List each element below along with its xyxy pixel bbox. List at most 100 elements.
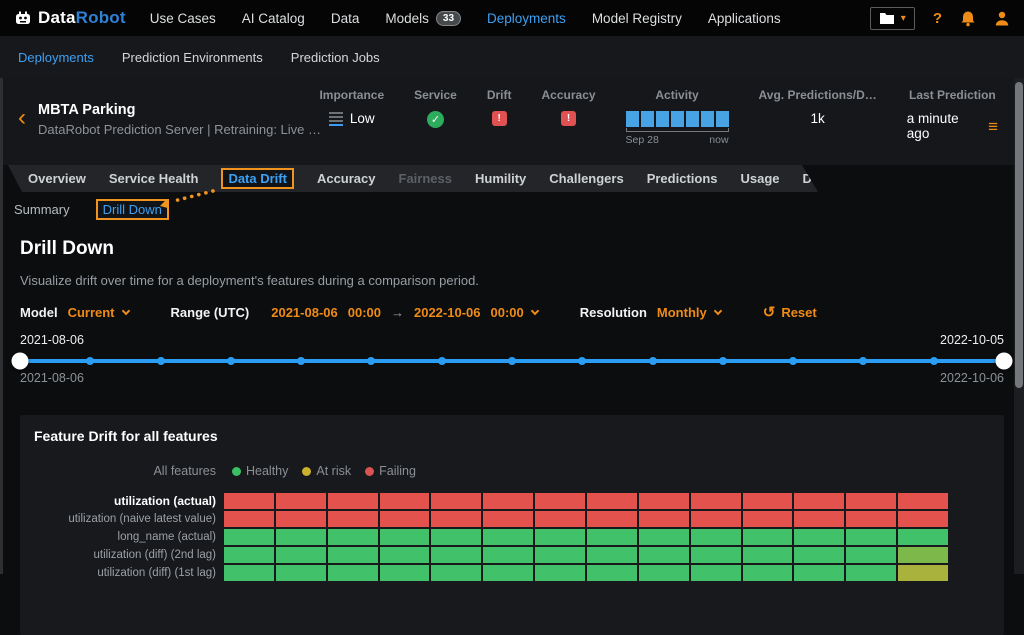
drift-cell-healthy[interactable]	[794, 529, 844, 545]
back-chevron-icon[interactable]: ‹	[18, 106, 26, 165]
drift-cell-failing[interactable]	[794, 493, 844, 509]
drift-cell-healthy[interactable]	[691, 565, 741, 581]
drift-cell-failing[interactable]	[639, 511, 689, 527]
secondary-nav-item-prediction-environments[interactable]: Prediction Environments	[122, 50, 263, 65]
scrollbar-thumb[interactable]	[1015, 82, 1023, 388]
tab-service-health[interactable]: Service Health	[109, 171, 199, 186]
deployment-menu-icon[interactable]: ≡	[988, 118, 998, 135]
drift-cell-failing[interactable]	[224, 511, 274, 527]
drift-cell-healthy[interactable]	[691, 547, 741, 563]
range-select[interactable]: 2021-08-06 00:00 → 2022-10-06 00:00	[271, 305, 538, 320]
drift-cell-healthy[interactable]	[794, 565, 844, 581]
drift-cell-failing[interactable]	[431, 511, 481, 527]
drift-cell-healthy[interactable]	[846, 547, 896, 563]
notifications-bell-icon[interactable]	[960, 10, 976, 27]
drift-cell-healthy[interactable]	[794, 547, 844, 563]
page-scrollbar[interactable]	[1014, 78, 1024, 574]
drift-cell-failing[interactable]	[846, 511, 896, 527]
slider-tick-dot[interactable]	[578, 357, 586, 365]
drift-cell-healthy[interactable]	[483, 565, 533, 581]
top-nav-item-applications[interactable]: Applications	[708, 11, 781, 26]
tab-challengers[interactable]: Challengers	[549, 171, 623, 186]
top-nav-item-ai-catalog[interactable]: AI Catalog	[242, 11, 305, 26]
drift-cell-healthy[interactable]	[276, 547, 326, 563]
drift-cell-failing[interactable]	[276, 493, 326, 509]
drift-cell-failing[interactable]	[328, 511, 378, 527]
drift-cell-failing[interactable]	[846, 493, 896, 509]
slider-tick-dot[interactable]	[649, 357, 657, 365]
drift-cell-healthy[interactable]	[431, 565, 481, 581]
user-profile-icon[interactable]	[994, 10, 1010, 27]
slider-handle-end[interactable]	[996, 353, 1013, 370]
subtab-drill-down[interactable]: Drill Down	[96, 199, 169, 220]
tab-overview[interactable]: Overview	[28, 171, 86, 186]
drift-cell-failing[interactable]	[743, 511, 793, 527]
drift-cell-healthy[interactable]	[276, 529, 326, 545]
slider-tick-dot[interactable]	[438, 357, 446, 365]
slider-tick-dot[interactable]	[367, 357, 375, 365]
drift-cell-failing[interactable]	[691, 493, 741, 509]
drift-cell-failing[interactable]	[380, 493, 430, 509]
tab-fairness[interactable]: Fairness	[399, 171, 452, 186]
tab-accuracy[interactable]: Accuracy	[317, 171, 376, 186]
drift-cell-healthy[interactable]	[743, 547, 793, 563]
drift-cell-healthy[interactable]	[535, 529, 585, 545]
resolution-select[interactable]: Monthly	[657, 305, 721, 320]
slider-tick-dot[interactable]	[508, 357, 516, 365]
top-nav-item-use-cases[interactable]: Use Cases	[150, 11, 216, 26]
slider-tick-dot[interactable]	[859, 357, 867, 365]
drift-cell-failing[interactable]	[431, 493, 481, 509]
drift-cell-healthy[interactable]	[535, 565, 585, 581]
drift-cell-healthy[interactable]	[639, 565, 689, 581]
drift-cell-healthy[interactable]	[743, 529, 793, 545]
drift-cell-at_risk_light[interactable]	[898, 547, 948, 563]
tab-data-export[interactable]: Data Export	[803, 171, 876, 186]
drift-cell-failing[interactable]	[587, 511, 637, 527]
drift-cell-healthy[interactable]	[483, 547, 533, 563]
drift-cell-failing[interactable]	[743, 493, 793, 509]
drift-cell-healthy[interactable]	[276, 565, 326, 581]
drift-cell-failing[interactable]	[328, 493, 378, 509]
drift-cell-healthy[interactable]	[224, 565, 274, 581]
drift-cell-healthy[interactable]	[328, 547, 378, 563]
project-folder-button[interactable]: ▾	[870, 7, 915, 30]
help-icon[interactable]: ?	[933, 10, 942, 27]
slider-tick-dot[interactable]	[297, 357, 305, 365]
drift-cell-failing[interactable]	[898, 493, 948, 509]
slider-handle-start[interactable]	[12, 353, 29, 370]
drift-cell-healthy[interactable]	[380, 529, 430, 545]
datarobot-logo[interactable]: DataRobot	[14, 8, 126, 28]
tab-settings[interactable]: Settings	[899, 171, 950, 186]
drift-cell-failing[interactable]	[224, 493, 274, 509]
drift-cell-healthy[interactable]	[587, 565, 637, 581]
top-nav-item-deployments[interactable]: Deployments	[487, 11, 566, 26]
drift-cell-healthy[interactable]	[328, 565, 378, 581]
slider-tick-dot[interactable]	[789, 357, 797, 365]
drift-cell-healthy[interactable]	[328, 529, 378, 545]
drift-cell-failing[interactable]	[691, 511, 741, 527]
drift-cell-healthy[interactable]	[535, 547, 585, 563]
drift-cell-healthy[interactable]	[431, 529, 481, 545]
drift-cell-healthy[interactable]	[431, 547, 481, 563]
drift-cell-healthy[interactable]	[846, 565, 896, 581]
model-select[interactable]: Current	[68, 305, 129, 320]
drift-cell-failing[interactable]	[380, 511, 430, 527]
drift-cell-healthy[interactable]	[639, 547, 689, 563]
top-nav-item-models[interactable]: Models33	[385, 11, 461, 26]
drift-cell-failing[interactable]	[639, 493, 689, 509]
drift-cell-failing[interactable]	[587, 493, 637, 509]
tab-predictions[interactable]: Predictions	[647, 171, 718, 186]
top-nav-item-model-registry[interactable]: Model Registry	[592, 11, 682, 26]
drift-cell-healthy[interactable]	[898, 529, 948, 545]
tab-humility[interactable]: Humility	[475, 171, 526, 186]
tab-data-drift[interactable]: Data Drift	[221, 168, 294, 189]
reset-button[interactable]: ↺ Reset	[763, 303, 817, 321]
top-nav-item-data[interactable]: Data	[331, 11, 360, 26]
drift-cell-healthy[interactable]	[691, 529, 741, 545]
drift-cell-healthy[interactable]	[743, 565, 793, 581]
drift-cell-healthy[interactable]	[224, 529, 274, 545]
all-features-filter[interactable]: All features	[34, 464, 224, 478]
slider-tick-dot[interactable]	[930, 357, 938, 365]
slider-tick-dot[interactable]	[719, 357, 727, 365]
drift-cell-healthy[interactable]	[846, 529, 896, 545]
